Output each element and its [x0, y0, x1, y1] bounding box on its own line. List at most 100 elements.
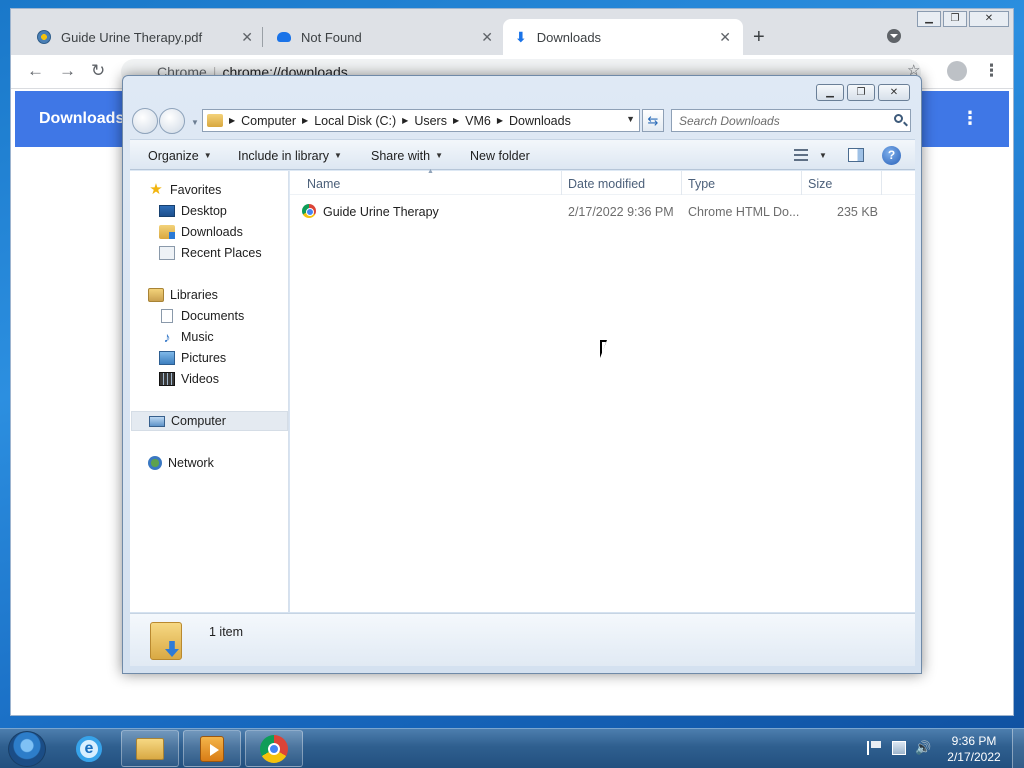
pdf-favicon-icon	[37, 30, 51, 44]
tab-title: Downloads	[536, 29, 602, 45]
nav-label: Network	[168, 456, 214, 470]
chrome-menu-icon[interactable]: ⋮	[983, 61, 1000, 81]
column-divider[interactable]	[561, 171, 562, 195]
search-icon[interactable]	[894, 114, 903, 123]
restore-button[interactable]: ❐	[943, 11, 967, 27]
network-icon	[148, 456, 162, 470]
media-player-icon	[200, 735, 224, 762]
help-icon[interactable]: ?	[882, 146, 901, 165]
chevron-right-icon[interactable]: ▶	[453, 116, 459, 125]
taskbar-chrome[interactable]	[245, 730, 303, 767]
nav-label: Desktop	[181, 204, 227, 218]
taskbar-windows-explorer[interactable]	[121, 730, 179, 767]
tab-not-found[interactable]: Not Found ✕	[265, 19, 505, 55]
column-divider[interactable]	[881, 171, 882, 195]
back-arrow-icon[interactable]: ←	[27, 61, 44, 81]
breadcrumb-computer[interactable]: Computer	[241, 114, 296, 128]
nav-favorites[interactable]: ★ Favorites	[148, 180, 221, 200]
column-header-type[interactable]: Type	[688, 177, 715, 191]
volume-icon[interactable]: 🔊	[915, 741, 931, 755]
close-tab-icon[interactable]: ✕	[719, 29, 731, 46]
include-in-library-button[interactable]: Include in library ▼	[238, 149, 342, 163]
nav-downloads[interactable]: Downloads	[159, 222, 243, 242]
chevron-right-icon[interactable]: ▶	[402, 116, 408, 125]
nav-computer[interactable]: Computer	[131, 411, 288, 431]
show-desktop-button[interactable]	[1012, 729, 1024, 768]
preview-pane-icon[interactable]	[848, 148, 864, 162]
nav-network[interactable]: Network	[148, 453, 214, 473]
nav-label: Computer	[171, 414, 226, 428]
chevron-right-icon[interactable]: ▶	[302, 116, 308, 125]
start-button[interactable]	[8, 731, 46, 767]
close-tab-icon[interactable]: ✕	[241, 29, 253, 46]
refresh-button[interactable]: ⇆	[642, 109, 664, 132]
chevron-right-icon[interactable]: ▶	[497, 116, 503, 125]
change-view-icon[interactable]	[794, 149, 808, 161]
breadcrumb-vm6[interactable]: VM6	[465, 114, 491, 128]
tab-guide-urine-therapy-pdf[interactable]: Guide Urine Therapy.pdf ✕	[25, 19, 265, 55]
column-header-size[interactable]: Size	[808, 177, 832, 191]
taskbar-media-player[interactable]	[183, 730, 241, 767]
file-size: 235 KB	[837, 205, 879, 219]
taskbar: e 🔊 9:36 PM 2/17/2022	[0, 728, 1024, 768]
new-folder-button[interactable]: New folder	[470, 149, 530, 163]
forward-arrow-icon[interactable]: →	[59, 61, 76, 81]
nav-desktop[interactable]: Desktop	[159, 201, 227, 221]
action-center-flag-icon[interactable]	[867, 741, 881, 755]
cloud-favicon-icon	[277, 32, 291, 42]
nav-music[interactable]: ♪ Music	[159, 327, 214, 347]
column-divider[interactable]	[801, 171, 802, 195]
breadcrumb-downloads[interactable]: Downloads	[509, 114, 571, 128]
new-tab-button[interactable]: +	[753, 26, 765, 49]
tab-search-icon[interactable]	[887, 29, 901, 43]
organize-button[interactable]: Organize ▼	[148, 149, 212, 163]
file-row[interactable]: Guide Urine Therapy 2/17/2022 9:36 PM Ch…	[302, 201, 902, 221]
breadcrumb-local-disk[interactable]: Local Disk (C:)	[314, 114, 396, 128]
profile-avatar-icon[interactable]	[947, 61, 967, 81]
search-box[interactable]	[671, 109, 911, 132]
nav-pictures[interactable]: Pictures	[159, 348, 226, 368]
page-menu-icon[interactable]: ⋮	[961, 108, 979, 129]
organize-label: Organize	[148, 149, 199, 163]
tab-title: Not Found	[301, 29, 362, 45]
nav-libraries[interactable]: Libraries	[148, 285, 218, 305]
column-header-name[interactable]: Name	[307, 177, 340, 191]
downloads-folder-icon	[159, 225, 175, 239]
nav-videos[interactable]: Videos	[159, 369, 219, 389]
minimize-button[interactable]: ▁	[816, 84, 844, 101]
network-tray-icon[interactable]	[892, 741, 906, 755]
folder-icon	[207, 114, 223, 127]
nav-label: Videos	[181, 372, 219, 386]
forward-button[interactable]	[159, 108, 185, 134]
column-header-date-modified[interactable]: Date modified	[568, 177, 645, 191]
search-input[interactable]	[672, 110, 882, 131]
recent-locations-dropdown[interactable]: ▼	[191, 118, 199, 127]
tab-divider	[262, 27, 263, 47]
address-bar[interactable]: ▶ Computer ▶ Local Disk (C:) ▶ Users ▶ V…	[202, 109, 640, 132]
column-divider[interactable]	[681, 171, 682, 195]
column-headers: ▲ Name Date modified Type Size	[290, 168, 915, 195]
page-title: Downloads	[39, 110, 125, 127]
close-button[interactable]: ✕	[878, 84, 910, 101]
breadcrumb-users[interactable]: Users	[414, 114, 447, 128]
nav-recent-places[interactable]: Recent Places	[159, 243, 262, 263]
taskbar-internet-explorer[interactable]: e	[60, 730, 118, 767]
chevron-right-icon[interactable]: ▶	[229, 116, 235, 125]
nav-documents[interactable]: Documents	[159, 306, 244, 326]
back-button[interactable]	[132, 108, 158, 134]
computer-icon	[149, 415, 165, 427]
close-window-button[interactable]: ✕	[969, 11, 1009, 27]
reload-icon[interactable]: ↻	[91, 61, 105, 81]
chevron-down-icon[interactable]: ▼	[819, 151, 827, 160]
chevron-down-icon[interactable]: ▼	[626, 114, 635, 124]
star-icon: ★	[149, 181, 163, 198]
tab-downloads[interactable]: ⬇ Downloads ✕	[503, 19, 743, 55]
sort-ascending-icon: ▲	[427, 168, 434, 175]
file-name: Guide Urine Therapy	[323, 205, 439, 219]
system-clock[interactable]: 9:36 PM 2/17/2022	[936, 733, 1012, 765]
share-with-button[interactable]: Share with ▼	[371, 149, 443, 163]
maximize-button[interactable]: ❐	[847, 84, 875, 101]
minimize-button[interactable]: ▁	[917, 11, 941, 27]
close-tab-icon[interactable]: ✕	[481, 29, 493, 46]
details-pane: 1 item	[130, 613, 915, 666]
